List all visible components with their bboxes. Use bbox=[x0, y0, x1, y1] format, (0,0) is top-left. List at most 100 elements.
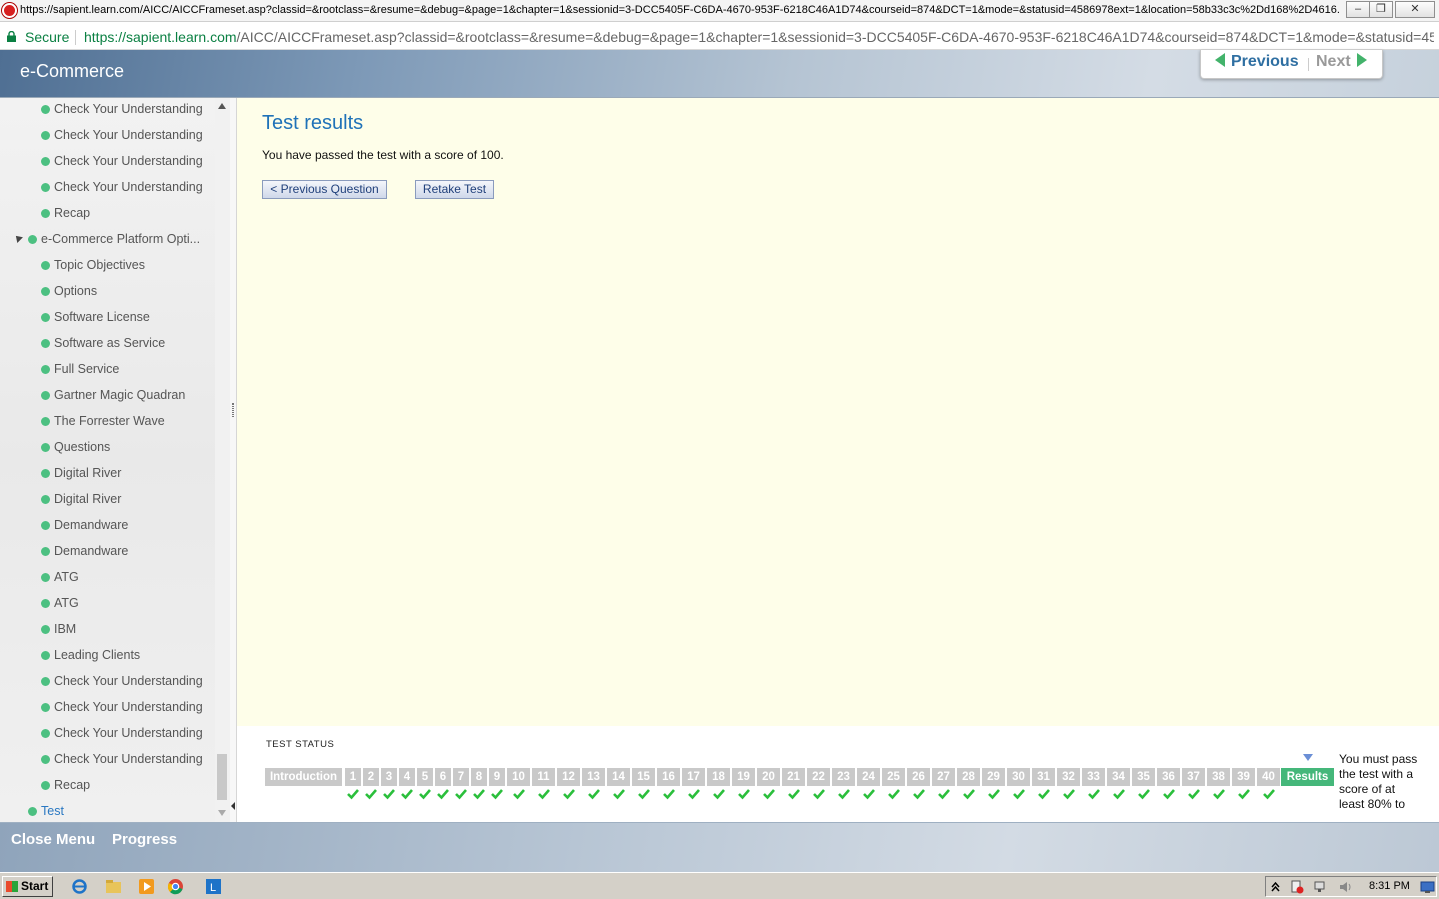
status-question-7[interactable]: 7 bbox=[453, 768, 469, 786]
show-hidden-icons-icon[interactable] bbox=[1271, 881, 1280, 892]
restore-button[interactable]: ❐ bbox=[1369, 1, 1393, 18]
status-introduction[interactable]: Introduction bbox=[265, 768, 342, 786]
menu-item[interactable]: Options bbox=[41, 282, 97, 308]
status-question-16[interactable]: 16 bbox=[657, 768, 680, 786]
status-question-30[interactable]: 30 bbox=[1007, 768, 1030, 786]
collapse-menu-icon[interactable] bbox=[231, 802, 235, 810]
previous-button[interactable]: Previous bbox=[1215, 53, 1299, 71]
status-results[interactable]: Results bbox=[1281, 768, 1334, 786]
media-player-icon[interactable] bbox=[138, 878, 155, 895]
status-question-28[interactable]: 28 bbox=[957, 768, 980, 786]
menu-item[interactable]: Demandware bbox=[41, 516, 128, 542]
minimize-button[interactable]: – bbox=[1346, 1, 1370, 18]
menu-item[interactable]: Software License bbox=[41, 308, 150, 334]
menu-item[interactable]: Check Your Understanding bbox=[41, 724, 203, 750]
status-question-9[interactable]: 9 bbox=[489, 768, 505, 786]
progress-button[interactable]: Progress bbox=[112, 831, 177, 848]
status-question-10[interactable]: 10 bbox=[507, 768, 530, 786]
menu-item[interactable]: Software as Service bbox=[41, 334, 165, 360]
status-question-14[interactable]: 14 bbox=[607, 768, 630, 786]
menu-item[interactable]: The Forrester Wave bbox=[41, 412, 165, 438]
close-window-button[interactable]: ✕ bbox=[1395, 1, 1435, 18]
status-question-6[interactable]: 6 bbox=[435, 768, 451, 786]
start-button[interactable]: Start bbox=[2, 876, 53, 897]
menu-item[interactable]: Questions bbox=[41, 438, 110, 464]
scroll-down-icon[interactable] bbox=[218, 810, 226, 816]
chrome-icon[interactable] bbox=[167, 878, 184, 895]
menu-item[interactable]: Check Your Understanding bbox=[41, 750, 203, 776]
status-question-34[interactable]: 34 bbox=[1107, 768, 1130, 786]
collapse-section-icon[interactable] bbox=[13, 233, 23, 243]
volume-icon[interactable] bbox=[1338, 880, 1352, 894]
menu-splitter[interactable] bbox=[230, 98, 237, 822]
internet-explorer-icon[interactable] bbox=[71, 878, 88, 895]
folder-icon[interactable] bbox=[105, 878, 122, 895]
status-question-25[interactable]: 25 bbox=[882, 768, 905, 786]
status-question-31[interactable]: 31 bbox=[1032, 768, 1055, 786]
menu-item[interactable]: Digital River bbox=[41, 490, 121, 516]
status-question-3[interactable]: 3 bbox=[381, 768, 397, 786]
status-question-1[interactable]: 1 bbox=[345, 768, 361, 786]
status-question-32[interactable]: 32 bbox=[1057, 768, 1080, 786]
status-question-11[interactable]: 11 bbox=[532, 768, 555, 786]
menu-item-label: Software as Service bbox=[54, 336, 166, 350]
menu-item[interactable]: ATG bbox=[41, 594, 79, 620]
status-question-35[interactable]: 35 bbox=[1132, 768, 1155, 786]
status-question-39[interactable]: 39 bbox=[1232, 768, 1255, 786]
menu-item[interactable]: IBM bbox=[41, 620, 76, 646]
status-question-5[interactable]: 5 bbox=[417, 768, 433, 786]
menu-item[interactable]: Check Your Understanding bbox=[41, 672, 203, 698]
status-question-36[interactable]: 36 bbox=[1157, 768, 1180, 786]
menu-item[interactable]: Test bbox=[28, 802, 64, 822]
show-desktop-icon[interactable] bbox=[1420, 880, 1435, 894]
network-icon[interactable] bbox=[1314, 880, 1328, 894]
action-center-icon[interactable] bbox=[1290, 880, 1304, 894]
menu-item[interactable]: Recap bbox=[41, 204, 90, 230]
status-question-19[interactable]: 19 bbox=[732, 768, 755, 786]
status-question-38[interactable]: 38 bbox=[1207, 768, 1230, 786]
status-question-40[interactable]: 40 bbox=[1257, 768, 1280, 786]
previous-question-button[interactable]: < Previous Question bbox=[262, 180, 387, 199]
menu-item[interactable]: Check Your Understanding bbox=[41, 126, 203, 152]
status-question-22[interactable]: 22 bbox=[807, 768, 830, 786]
menu-item[interactable]: Check Your Understanding bbox=[41, 178, 203, 204]
status-question-20[interactable]: 20 bbox=[757, 768, 780, 786]
status-question-4[interactable]: 4 bbox=[399, 768, 415, 786]
status-question-26[interactable]: 26 bbox=[907, 768, 930, 786]
status-question-21[interactable]: 21 bbox=[782, 768, 805, 786]
status-question-37[interactable]: 37 bbox=[1182, 768, 1205, 786]
status-question-33[interactable]: 33 bbox=[1082, 768, 1105, 786]
menu-item[interactable]: Topic Objectives bbox=[41, 256, 145, 282]
menu-item[interactable]: Full Service bbox=[41, 360, 119, 386]
status-question-2[interactable]: 2 bbox=[363, 768, 379, 786]
scroll-up-icon[interactable] bbox=[218, 103, 226, 109]
menu-item[interactable]: Check Your Understanding bbox=[41, 152, 203, 178]
lync-icon[interactable]: L bbox=[205, 878, 222, 895]
menu-scrollbar[interactable] bbox=[215, 98, 230, 822]
status-question-8[interactable]: 8 bbox=[471, 768, 487, 786]
menu-item[interactable]: Demandware bbox=[41, 542, 128, 568]
url-field[interactable]: https://sapient.learn.com/AICC/AICCFrame… bbox=[84, 29, 1434, 45]
menu-item[interactable]: Check Your Understanding bbox=[41, 100, 203, 126]
next-button[interactable]: Next bbox=[1316, 53, 1367, 71]
menu-item[interactable]: e-Commerce Platform Opti... bbox=[28, 230, 200, 256]
status-question-18[interactable]: 18 bbox=[707, 768, 730, 786]
status-question-23[interactable]: 23 bbox=[832, 768, 855, 786]
status-question-12[interactable]: 12 bbox=[557, 768, 580, 786]
status-question-24[interactable]: 24 bbox=[857, 768, 880, 786]
menu-item[interactable]: Gartner Magic Quadran bbox=[41, 386, 185, 412]
status-question-17[interactable]: 17 bbox=[682, 768, 705, 786]
status-question-27[interactable]: 27 bbox=[932, 768, 955, 786]
menu-item[interactable]: ATG bbox=[41, 568, 79, 594]
address-bar[interactable]: Secure https://sapient.learn.com/AICC/AI… bbox=[0, 24, 1439, 50]
close-menu-button[interactable]: Close Menu bbox=[11, 831, 95, 848]
menu-item[interactable]: Leading Clients bbox=[41, 646, 140, 672]
scroll-thumb[interactable] bbox=[217, 754, 227, 800]
menu-item[interactable]: Check Your Understanding bbox=[41, 698, 203, 724]
status-question-15[interactable]: 15 bbox=[632, 768, 655, 786]
status-question-29[interactable]: 29 bbox=[982, 768, 1005, 786]
menu-item[interactable]: Digital River bbox=[41, 464, 121, 490]
menu-item[interactable]: Recap bbox=[41, 776, 90, 802]
retake-test-button[interactable]: Retake Test bbox=[415, 180, 494, 199]
status-question-13[interactable]: 13 bbox=[582, 768, 605, 786]
